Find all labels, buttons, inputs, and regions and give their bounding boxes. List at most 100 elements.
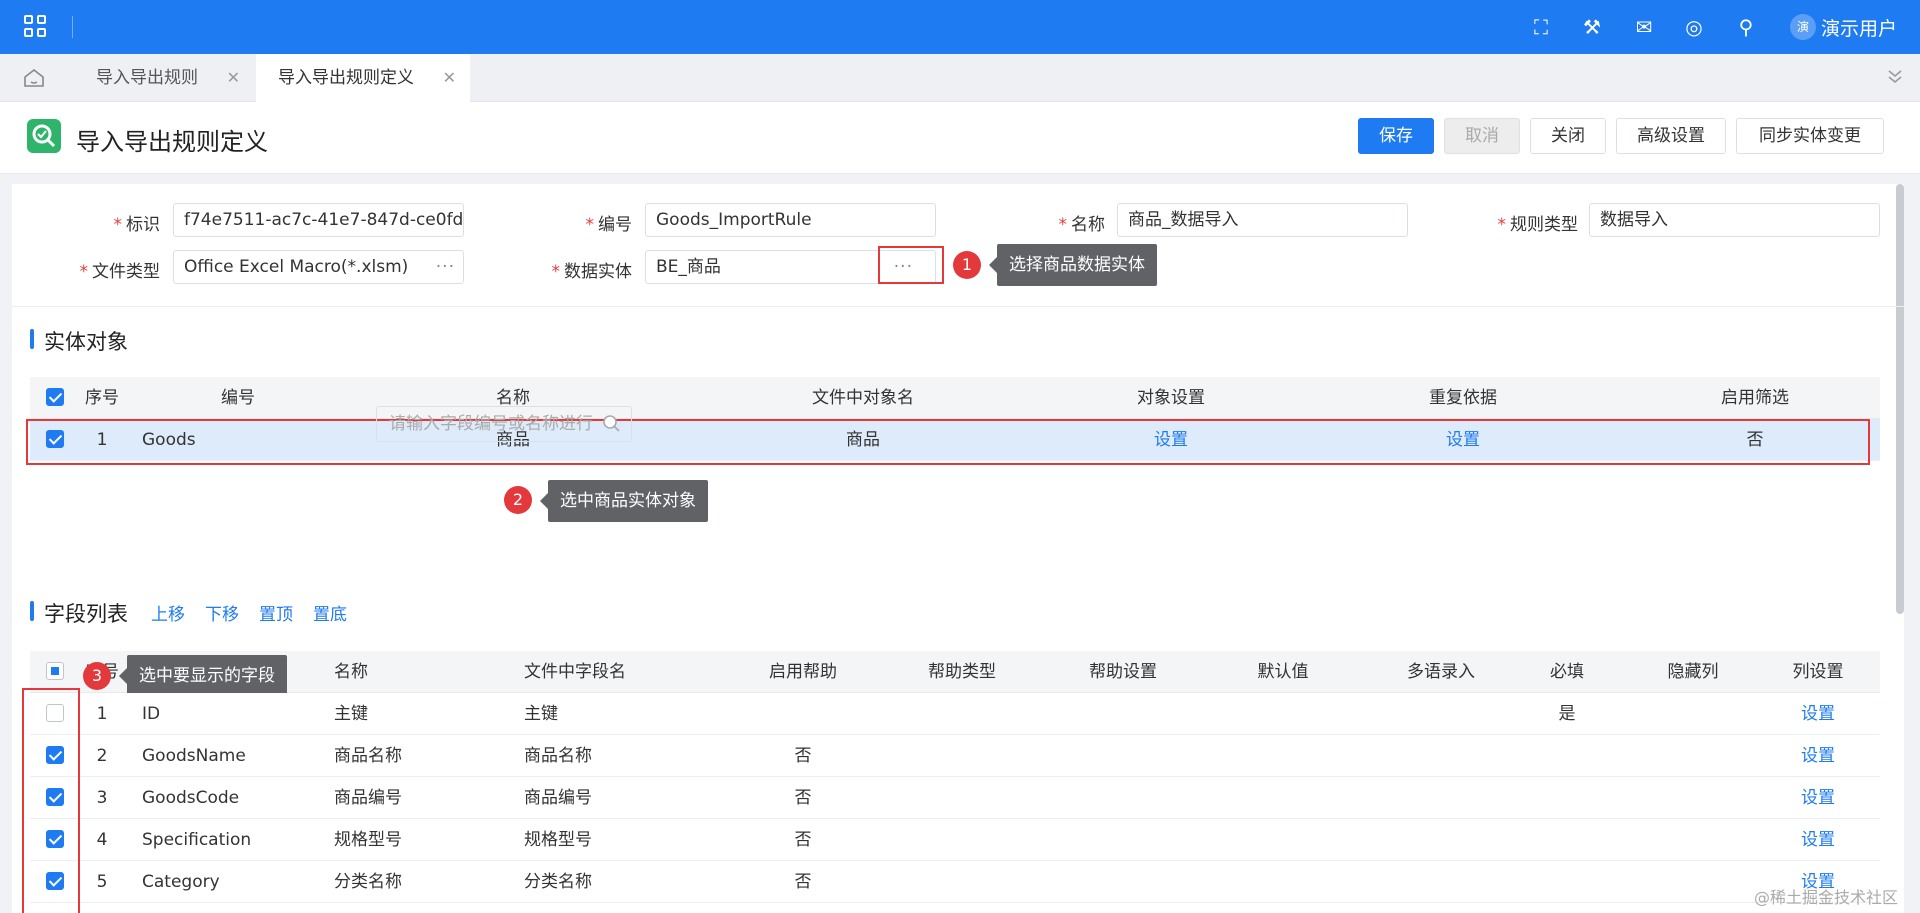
column-header: 编号 xyxy=(221,388,255,408)
watermark: @稀土掘金技术社区 xyxy=(1754,888,1899,907)
cell-required xyxy=(1504,861,1630,903)
table-row[interactable]: 1 ID 主键 主键 是 设置 xyxy=(30,693,1880,735)
table-row[interactable]: 4 Specification 规格型号 规格型号 否 设置 xyxy=(30,819,1880,861)
file-type-value: Office Excel Macro(*.xlsm) xyxy=(184,257,409,277)
scrollbar[interactable] xyxy=(1896,184,1904,614)
fullscreen-icon[interactable]: ⛶ xyxy=(1527,13,1555,41)
cell-file-name: 规格型号 xyxy=(524,830,592,850)
close-icon[interactable]: ✕ xyxy=(227,54,240,102)
cell-help: 否 xyxy=(794,872,812,892)
move-down-link[interactable]: 下移 xyxy=(205,600,239,625)
save-button[interactable]: 保存 xyxy=(1358,118,1434,154)
column-header: 多语录入 xyxy=(1407,662,1475,682)
entity-table-header: 序号 编号 名称 文件中对象名 对象设置 重复依据 启用筛选 xyxy=(30,377,1880,419)
annotation-badge-3: 3 xyxy=(83,662,111,690)
cell-help: 否 xyxy=(794,746,812,766)
move-up-link[interactable]: 上移 xyxy=(151,600,185,625)
page-title: 导入导出规则定义 xyxy=(76,128,268,156)
check-circle-icon[interactable]: ◎ xyxy=(1680,13,1708,41)
cell-help xyxy=(740,693,866,735)
tab-rule-definition[interactable]: 导入导出规则定义 ✕ xyxy=(256,54,470,102)
entity-section-title: 实体对象 xyxy=(30,326,128,356)
chevron-double-down-icon[interactable] xyxy=(1886,68,1904,86)
table-row[interactable]: 5 Category 分类名称 分类名称否设置 xyxy=(30,861,1880,903)
annotation-tip-3: 选中要显示的字段 xyxy=(119,655,287,697)
select-all-checkbox[interactable] xyxy=(46,388,64,406)
close-icon[interactable]: ✕ xyxy=(443,54,456,102)
annotation-tip-1: 选择商品数据实体 xyxy=(989,244,1157,286)
sync-entity-button[interactable]: 同步实体变更 xyxy=(1736,118,1884,154)
column-setting-link[interactable]: 设置 xyxy=(1756,777,1880,819)
search-placeholder: 请输入字段编号或名称进行 xyxy=(389,414,593,434)
cell-required xyxy=(1504,735,1630,777)
tab-import-export-rules[interactable]: 导入导出规则 ✕ xyxy=(74,54,254,102)
avatar[interactable]: 演 xyxy=(1790,14,1816,40)
cell-code: ID xyxy=(142,704,161,724)
user-search-icon[interactable]: ⚲ xyxy=(1732,13,1760,41)
cell-file-name: 主键 xyxy=(524,704,558,724)
column-header: 必填 xyxy=(1550,662,1584,682)
file-type-field[interactable]: Office Excel Macro(*.xlsm) ··· xyxy=(173,250,464,284)
divider xyxy=(72,16,73,38)
divider xyxy=(12,306,1904,307)
column-setting-link[interactable]: 设置 xyxy=(1756,693,1880,735)
column-header: 对象设置 xyxy=(1137,388,1205,408)
id-field[interactable]: f74e7511-ac7c-41e7-847d-ce0fdeb xyxy=(173,203,464,237)
tab-label: 导入导出规则 xyxy=(96,68,198,88)
move-bottom-link[interactable]: 置底 xyxy=(313,600,347,625)
column-header: 启用筛选 xyxy=(1721,388,1789,408)
cell-seq: 3 xyxy=(96,788,108,808)
top-bar: ⛶ ⚒ ✉ ◎ ⚲ 演 演示用户 xyxy=(0,0,1920,54)
cell-help: 否 xyxy=(794,830,812,850)
column-header: 列设置 xyxy=(1792,662,1844,682)
cell-help: 否 xyxy=(794,788,812,808)
table-row[interactable]: 2 GoodsName 商品名称 商品名称 否 设置 xyxy=(30,735,1880,777)
table-row[interactable]: 3 GoodsCode 商品编号 商品编号 否 设置 xyxy=(30,777,1880,819)
highlight-box-3 xyxy=(22,688,80,913)
cell-file-name: 商品名称 xyxy=(524,746,592,766)
annotation-badge-2: 2 xyxy=(504,486,532,514)
entity-value: BE_商品 xyxy=(656,257,721,277)
rule-type-field[interactable]: 数据导入 xyxy=(1589,203,1880,237)
field-search-input[interactable]: 请输入字段编号或名称进行 xyxy=(376,406,632,442)
tab-bar: 导入导出规则 ✕ 导入导出规则定义 ✕ xyxy=(0,54,1920,102)
field-section-title: 字段列表 xyxy=(30,598,128,628)
column-header: 启用帮助 xyxy=(769,662,837,682)
highlight-box-1 xyxy=(878,246,944,284)
highlight-box-2 xyxy=(26,419,1870,465)
entity-label: * 数据实体 xyxy=(551,262,633,282)
advanced-settings-button[interactable]: 高级设置 xyxy=(1616,118,1726,154)
cancel-button[interactable]: 取消 xyxy=(1444,118,1520,154)
mail-icon[interactable]: ✉ xyxy=(1630,13,1658,41)
cell-file-name: 商品编号 xyxy=(524,788,592,808)
name-field[interactable]: 商品_数据导入 xyxy=(1117,203,1408,237)
cell-code: GoodsCode xyxy=(142,788,240,808)
ellipsis-icon[interactable]: ··· xyxy=(436,251,455,283)
close-button[interactable]: 关闭 xyxy=(1530,118,1606,154)
home-icon[interactable] xyxy=(22,66,46,90)
column-header: 文件中字段名 xyxy=(524,662,626,682)
annotation-badge-1: 1 xyxy=(953,251,981,279)
cell-code: GoodsName xyxy=(142,746,246,766)
user-name[interactable]: 演示用户 xyxy=(1821,14,1897,41)
column-setting-link[interactable]: 设置 xyxy=(1756,735,1880,777)
select-all-checkbox[interactable] xyxy=(46,662,64,680)
app-grid-icon[interactable] xyxy=(24,15,48,39)
app-logo-icon xyxy=(27,119,61,153)
tools-icon[interactable]: ⚒ xyxy=(1578,13,1606,41)
file-type-label: * 文件类型 xyxy=(79,262,161,282)
annotation-tip-2: 选中商品实体对象 xyxy=(540,480,708,522)
search-icon[interactable] xyxy=(602,414,622,434)
column-header: 帮助设置 xyxy=(1089,662,1157,682)
cell-name: 分类名称 xyxy=(334,872,402,892)
column-setting-link[interactable]: 设置 xyxy=(1756,819,1880,861)
cell-name: 商品名称 xyxy=(334,746,402,766)
page-header: 导入导出规则定义 保存 取消 关闭 高级设置 同步实体变更 xyxy=(0,102,1920,174)
column-header: 重复依据 xyxy=(1429,388,1497,408)
move-top-link[interactable]: 置顶 xyxy=(259,600,293,625)
column-header: 帮助类型 xyxy=(928,662,996,682)
code-field[interactable]: Goods_ImportRule xyxy=(645,203,936,237)
column-header: 隐藏列 xyxy=(1667,662,1719,682)
column-header: 文件中对象名 xyxy=(812,388,914,408)
cell-required xyxy=(1504,777,1630,819)
